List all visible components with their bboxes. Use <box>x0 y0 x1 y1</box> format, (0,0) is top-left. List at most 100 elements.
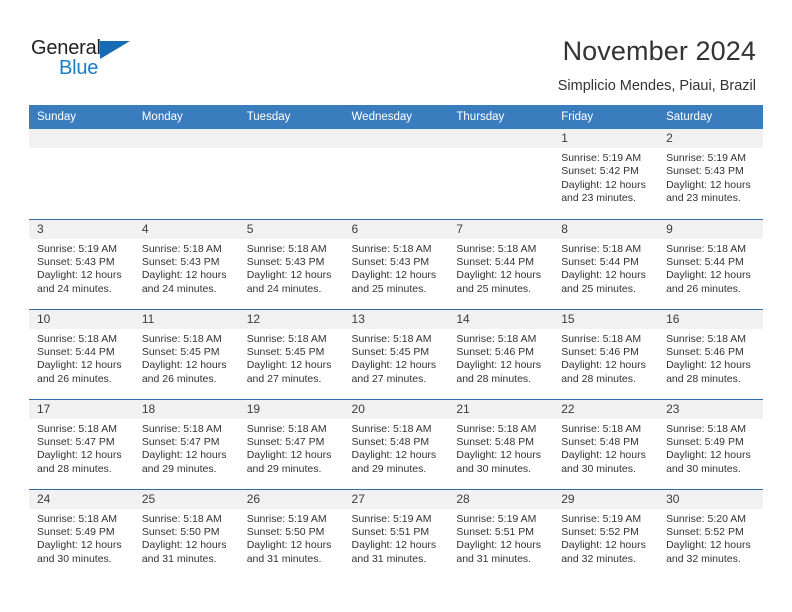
day-sun-info: Sunrise: 5:19 AM Sunset: 5:42 PM Daylight:… <box>553 148 658 206</box>
day-number: 27 <box>343 489 449 509</box>
calendar-day-cell[interactable]: 23 Sunrise: 5:18 AM Sunset: 5:49 PM Dayligh… <box>658 398 763 489</box>
calendar-day-cell[interactable]: 18 Sunrise: 5:18 AM Sunset: 5:47 PM Dayligh… <box>133 398 239 489</box>
day-number: 21 <box>448 399 554 419</box>
day-number <box>133 129 239 148</box>
day-number: 25 <box>133 489 239 509</box>
calendar-day-cell[interactable]: 8 Sunrise: 5:18 AM Sunset: 5:44 PM Daylight… <box>553 218 659 309</box>
calendar-day-cell[interactable]: 1 Sunrise: 5:19 AM Sunset: 5:42 PM Daylight… <box>553 129 659 219</box>
sunset-text: Sunset: 5:42 PM <box>561 165 639 178</box>
calendar-day-cell[interactable]: 7 Sunrise: 5:18 AM Sunset: 5:44 PM Daylight… <box>448 218 554 309</box>
sunrise-text: Sunrise: 5:18 AM <box>37 422 117 435</box>
calendar-day-cell[interactable]: 3 Sunrise: 5:19 AM Sunset: 5:43 PM Daylight… <box>29 218 134 309</box>
calendar-day-cell[interactable]: 20 Sunrise: 5:18 AM Sunset: 5:48 PM Dayligh… <box>343 398 449 489</box>
calendar-day-cell[interactable]: 25 Sunrise: 5:18 AM Sunset: 5:50 PM Dayligh… <box>133 488 239 579</box>
page-title: November 2024 <box>562 36 756 66</box>
daylight-text: Daylight: 12 hours and 26 minutes. <box>37 359 122 385</box>
sunset-text: Sunset: 5:43 PM <box>246 255 325 268</box>
day-cell-content: 14 Sunrise: 5:18 AM Sunset: 5:46 PM Dayligh… <box>448 309 554 399</box>
calendar-day-cell[interactable]: 24 Sunrise: 5:18 AM Sunset: 5:49 PM Dayligh… <box>29 488 134 579</box>
sunset-text: Sunset: 5:46 PM <box>561 345 639 358</box>
logo-text-blue: Blue <box>59 57 99 79</box>
calendar-day-cell[interactable]: 6 Sunrise: 5:18 AM Sunset: 5:43 PM Daylight… <box>343 218 449 309</box>
calendar-day-cell[interactable]: 22 Sunrise: 5:18 AM Sunset: 5:48 PM Dayligh… <box>553 398 659 489</box>
calendar-day-cell[interactable]: 4 Sunrise: 5:18 AM Sunset: 5:43 PM Daylight… <box>133 218 239 309</box>
calendar-day-cell[interactable]: 28 Sunrise: 5:19 AM Sunset: 5:51 PM Dayligh… <box>448 488 554 579</box>
day-sun-info: Sunrise: 5:18 AM Sunset: 5:48 PM Daylight:… <box>448 419 553 477</box>
day-cell-content: 17 Sunrise: 5:18 AM Sunset: 5:47 PM Dayligh… <box>29 399 134 489</box>
calendar-day-cell[interactable]: 14 Sunrise: 5:18 AM Sunset: 5:46 PM Dayligh… <box>448 308 554 399</box>
day-cell-content: 12 Sunrise: 5:18 AM Sunset: 5:45 PM Dayligh… <box>238 309 344 399</box>
calendar-day-cell[interactable]: 13 Sunrise: 5:18 AM Sunset: 5:45 PM Dayligh… <box>343 308 449 399</box>
calendar-day-cell[interactable]: 29 Sunrise: 5:19 AM Sunset: 5:52 PM Dayligh… <box>553 488 659 579</box>
sunrise-text: Sunrise: 5:18 AM <box>141 242 222 255</box>
sunrise-text: Sunrise: 5:18 AM <box>351 332 432 345</box>
sunrise-text: Sunrise: 5:18 AM <box>666 242 747 255</box>
calendar-day-cell[interactable]: 9 Sunrise: 5:18 AM Sunset: 5:44 PM Daylight… <box>658 218 763 309</box>
sunrise-text: Sunrise: 5:18 AM <box>456 242 537 255</box>
weekday-header-saturday: Saturday <box>658 105 763 129</box>
sunrise-text: Sunrise: 5:18 AM <box>561 332 642 345</box>
calendar-day-cell[interactable]: 21 Sunrise: 5:18 AM Sunset: 5:48 PM Dayligh… <box>448 398 554 489</box>
calendar-week-row: 24 Sunrise: 5:18 AM Sunset: 5:49 PM Dayligh… <box>29 488 763 579</box>
daylight-text: Daylight: 12 hours and 29 minutes. <box>246 449 332 475</box>
day-cell-content: 9 Sunrise: 5:18 AM Sunset: 5:44 PM Daylight… <box>658 219 763 309</box>
sunrise-text: Sunrise: 5:18 AM <box>37 512 117 525</box>
calendar-day-cell[interactable]: 30 Sunrise: 5:20 AM Sunset: 5:52 PM Dayligh… <box>658 488 763 579</box>
sunset-text: Sunset: 5:48 PM <box>456 435 535 448</box>
sunset-text: Sunset: 5:44 PM <box>561 255 639 268</box>
calendar-day-cell[interactable]: 2 Sunrise: 5:19 AM Sunset: 5:43 PM Daylight… <box>658 129 763 219</box>
sunrise-text: Sunrise: 5:18 AM <box>141 332 222 345</box>
calendar-day-cell[interactable]: 12 Sunrise: 5:18 AM Sunset: 5:45 PM Dayligh… <box>238 308 344 399</box>
day-number: 8 <box>553 219 659 239</box>
calendar-day-cell-empty <box>343 129 449 219</box>
weekday-header-wednesday: Wednesday <box>343 105 449 129</box>
daylight-text: Daylight: 12 hours and 28 minutes. <box>561 359 646 385</box>
sunrise-text: Sunrise: 5:18 AM <box>246 332 327 345</box>
calendar-day-cell-empty <box>238 129 344 219</box>
calendar-day-cell[interactable]: 27 Sunrise: 5:19 AM Sunset: 5:51 PM Dayligh… <box>343 488 449 579</box>
calendar-day-cell[interactable]: 10 Sunrise: 5:18 AM Sunset: 5:44 PM Dayligh… <box>29 308 134 399</box>
calendar-day-cell[interactable]: 17 Sunrise: 5:18 AM Sunset: 5:47 PM Dayligh… <box>29 398 134 489</box>
day-sun-info: Sunrise: 5:20 AM Sunset: 5:52 PM Daylight:… <box>658 509 763 567</box>
calendar-day-cell[interactable]: 26 Sunrise: 5:19 AM Sunset: 5:50 PM Dayligh… <box>238 488 344 579</box>
calendar-header-row-group: Sunday Monday Tuesday Wednesday Thursday… <box>29 105 763 129</box>
day-cell-content <box>29 129 134 219</box>
weekday-header-tuesday: Tuesday <box>238 105 344 129</box>
day-number: 26 <box>238 489 344 509</box>
sunset-text: Sunset: 5:49 PM <box>37 525 115 538</box>
daylight-text: Daylight: 12 hours and 26 minutes. <box>141 359 227 385</box>
day-number: 28 <box>448 489 554 509</box>
day-cell-content: 20 Sunrise: 5:18 AM Sunset: 5:48 PM Dayligh… <box>343 399 449 489</box>
day-sun-info: Sunrise: 5:18 AM Sunset: 5:43 PM Daylight:… <box>134 239 239 297</box>
daylight-text: Daylight: 12 hours and 27 minutes. <box>351 359 437 385</box>
sunset-text: Sunset: 5:52 PM <box>561 525 639 538</box>
sunset-text: Sunset: 5:50 PM <box>246 525 325 538</box>
sunset-text: Sunset: 5:45 PM <box>351 345 430 358</box>
calendar-day-cell[interactable]: 16 Sunrise: 5:18 AM Sunset: 5:46 PM Dayligh… <box>658 308 763 399</box>
sunrise-text: Sunrise: 5:19 AM <box>666 152 747 164</box>
calendar-day-cell[interactable]: 19 Sunrise: 5:18 AM Sunset: 5:47 PM Dayligh… <box>238 398 344 489</box>
calendar-day-cell[interactable]: 11 Sunrise: 5:18 AM Sunset: 5:45 PM Dayligh… <box>133 308 239 399</box>
sunset-text: Sunset: 5:44 PM <box>666 255 744 268</box>
day-cell-content: 23 Sunrise: 5:18 AM Sunset: 5:49 PM Dayligh… <box>658 399 763 489</box>
sunset-text: Sunset: 5:48 PM <box>561 435 639 448</box>
calendar-day-cell[interactable]: 5 Sunrise: 5:18 AM Sunset: 5:43 PM Daylight… <box>238 218 344 309</box>
weekday-header-sunday: Sunday <box>29 105 134 129</box>
generalblue-logo[interactable]: General Blue <box>31 38 151 84</box>
daylight-text: Daylight: 12 hours and 31 minutes. <box>141 539 227 565</box>
day-sun-info: Sunrise: 5:18 AM Sunset: 5:44 PM Daylight:… <box>448 239 553 297</box>
day-number: 30 <box>658 489 763 509</box>
daylight-text: Daylight: 12 hours and 25 minutes. <box>561 269 646 295</box>
calendar-week-row: 3 Sunrise: 5:19 AM Sunset: 5:43 PM Daylight… <box>29 218 763 309</box>
day-cell-content <box>238 129 344 219</box>
sunrise-text: Sunrise: 5:19 AM <box>246 512 327 525</box>
day-number: 17 <box>29 399 134 419</box>
day-cell-content: 10 Sunrise: 5:18 AM Sunset: 5:44 PM Dayligh… <box>29 309 134 399</box>
daylight-text: Daylight: 12 hours and 28 minutes. <box>456 359 542 385</box>
day-sun-info: Sunrise: 5:18 AM Sunset: 5:47 PM Daylight:… <box>134 419 239 477</box>
calendar-day-cell[interactable]: 15 Sunrise: 5:18 AM Sunset: 5:46 PM Dayligh… <box>553 308 659 399</box>
page-subtitle: Simplicio Mendes, Piaui, Brazil <box>557 78 756 94</box>
sunrise-text: Sunrise: 5:20 AM <box>666 512 747 525</box>
logo-text-general: General <box>31 37 101 59</box>
sunrise-text: Sunrise: 5:18 AM <box>351 242 432 255</box>
